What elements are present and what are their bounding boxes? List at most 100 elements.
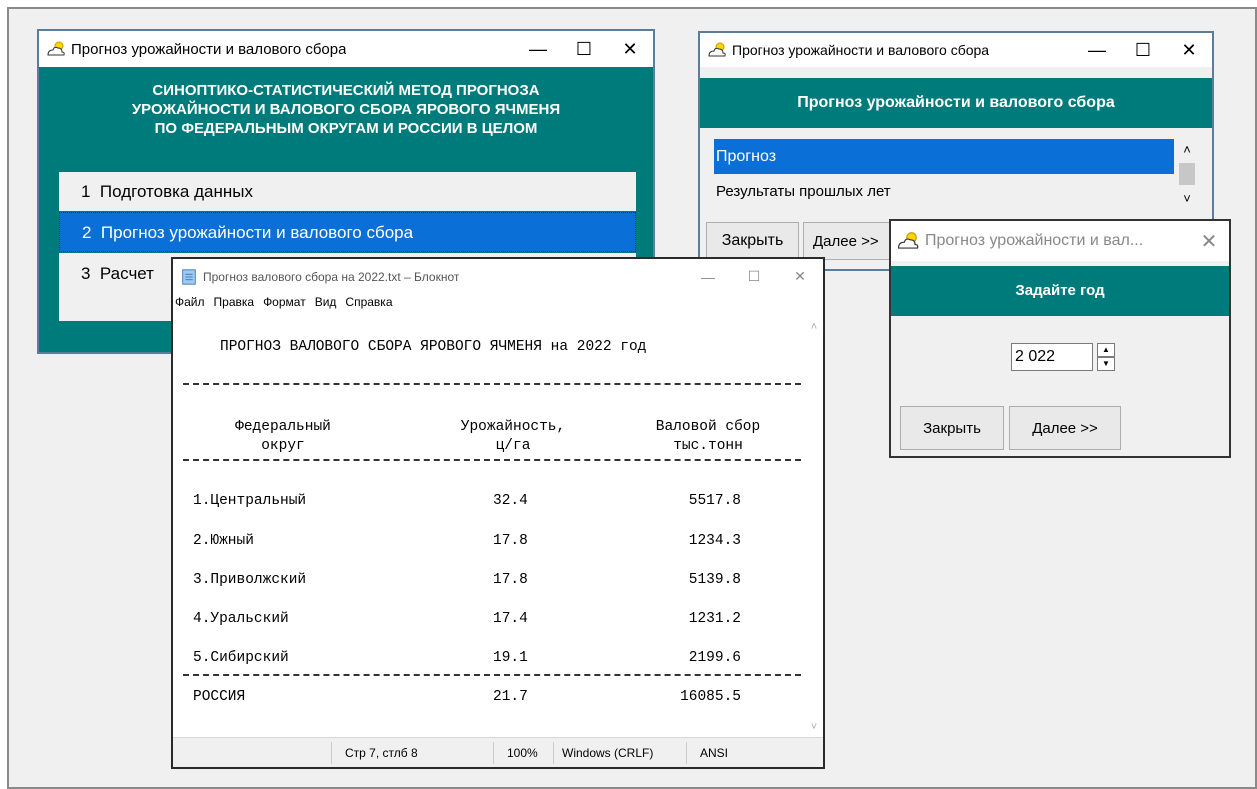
list-item[interactable]: Прогноз bbox=[714, 139, 1174, 174]
close-icon[interactable]: ✕ bbox=[1166, 33, 1212, 67]
col-header-line: округ bbox=[261, 438, 305, 454]
year-close-button[interactable]: Закрыть bbox=[900, 406, 1004, 450]
app-weather-icon bbox=[47, 41, 65, 56]
app-weather-icon bbox=[897, 232, 919, 249]
col-header-line: Урожайность, bbox=[460, 419, 566, 435]
main-window-titlebar: Прогноз урожайности и валового сбора — ☐… bbox=[39, 31, 653, 67]
menu-file[interactable]: Файл bbox=[175, 295, 205, 315]
col-header-harvest: Валовой сбор тыс.тонн bbox=[638, 418, 778, 456]
row-harvest: 1231.2 bbox=[688, 611, 741, 627]
notepad-scrollbar[interactable]: ˄ ˅ bbox=[805, 317, 823, 737]
col-header-line: Федеральный bbox=[235, 419, 331, 435]
maximize-icon[interactable]: ☐ bbox=[731, 259, 777, 294]
separator-line bbox=[183, 674, 801, 676]
status-zoom: 100% bbox=[507, 746, 538, 760]
forecast-list[interactable]: Прогноз Результаты прошлых лет ˄ ˅ bbox=[714, 139, 1201, 213]
notepad-title: Прогноз валового сбора на 2022.txt – Бло… bbox=[203, 269, 460, 284]
forecast-window-title: Прогноз урожайности и валового сбора bbox=[732, 42, 990, 58]
status-encoding: ANSI bbox=[700, 746, 729, 760]
menu-format[interactable]: Формат bbox=[263, 295, 306, 315]
chevron-up-icon[interactable]: ˄ bbox=[805, 321, 823, 333]
chevron-up-icon[interactable]: ˄ bbox=[1176, 142, 1198, 157]
notepad-text-area[interactable]: ПРОГНОЗ ВАЛОВОГО СБОРА ЯРОВОГО ЯЧМЕНЯ на… bbox=[173, 317, 805, 737]
notepad-menubar: Файл Правка Формат Вид Справка bbox=[175, 295, 393, 315]
row-harvest: 1234.3 bbox=[688, 533, 741, 549]
main-header: СИНОПТИКО-СТАТИСТИЧЕСКИЙ МЕТОД ПРОГНОЗА … bbox=[39, 81, 653, 138]
row-yield: 19.1 bbox=[493, 650, 528, 666]
status-line-endings: Windows (CRLF) bbox=[562, 746, 654, 760]
col-header-line: Валовой сбор bbox=[655, 419, 761, 435]
chevron-down-icon[interactable]: ˅ bbox=[805, 721, 823, 733]
forecast-header: Прогноз урожайности и валового сбора bbox=[700, 78, 1212, 128]
year-dialog: Прогноз урожайности и вал... ✕ Задайте г… bbox=[889, 219, 1231, 458]
row-harvest: 5517.8 bbox=[688, 493, 741, 509]
forecast-close-button[interactable]: Закрыть bbox=[706, 222, 799, 260]
main-menu-item-2[interactable]: 2 Прогноз урожайности и валового сбора bbox=[59, 212, 636, 252]
col-header-yield: Урожайность, ц/га bbox=[443, 418, 583, 456]
spinner-down-button[interactable]: ▼ bbox=[1097, 357, 1115, 371]
menu-edit[interactable]: Правка bbox=[214, 295, 255, 315]
main-header-line: УРОЖАЙНОСТИ И ВАЛОВОГО СБОРА ЯРОВОГО ЯЧМ… bbox=[131, 101, 561, 118]
row-name: 2.Южный bbox=[193, 533, 254, 549]
row-name: 5.Сибирский bbox=[193, 650, 289, 666]
minimize-icon[interactable]: — bbox=[515, 31, 561, 67]
col-header-line: ц/га bbox=[495, 438, 531, 454]
separator-line bbox=[183, 459, 801, 461]
main-menu-label: 1 Подготовка данных bbox=[81, 182, 253, 201]
main-menu-label: 3 Расчет bbox=[81, 264, 154, 283]
maximize-icon[interactable]: ☐ bbox=[1120, 33, 1166, 67]
forecast-window-titlebar: Прогноз урожайности и валового сбора — ☐… bbox=[700, 33, 1212, 67]
notepad-statusbar: Стр 7, стлб 8 100% Windows (CRLF) ANSI bbox=[173, 737, 823, 767]
main-window-title: Прогноз урожайности и валового сбора bbox=[71, 40, 347, 58]
status-divider bbox=[686, 742, 687, 764]
separator-line bbox=[183, 383, 801, 385]
list-scrollbar[interactable]: ˄ ˅ bbox=[1176, 139, 1198, 213]
year-input[interactable]: 2 022 bbox=[1011, 343, 1093, 371]
row-yield: 17.4 bbox=[493, 611, 528, 627]
close-icon[interactable]: ✕ bbox=[607, 31, 653, 67]
report-title: ПРОГНОЗ ВАЛОВОГО СБОРА ЯРОВОГО ЯЧМЕНЯ на… bbox=[220, 339, 647, 355]
notepad-titlebar: Прогноз валового сбора на 2022.txt – Бло… bbox=[173, 259, 823, 294]
year-next-button[interactable]: Далее >> bbox=[1009, 406, 1121, 450]
list-item[interactable]: Результаты прошлых лет bbox=[714, 174, 1174, 209]
status-position: Стр 7, стлб 8 bbox=[345, 746, 418, 760]
row-name: 1.Центральный bbox=[193, 493, 307, 509]
row-harvest: 2199.6 bbox=[688, 650, 741, 666]
status-divider bbox=[553, 742, 554, 764]
scroll-thumb[interactable] bbox=[1179, 163, 1195, 185]
chevron-down-icon[interactable]: ˅ bbox=[1176, 191, 1198, 206]
col-header-line: тыс.тонн bbox=[673, 438, 743, 454]
app-weather-icon bbox=[708, 42, 726, 57]
total-name: РОССИЯ bbox=[193, 689, 246, 705]
row-harvest: 5139.8 bbox=[688, 572, 741, 588]
total-harvest: 16085.5 bbox=[680, 689, 741, 705]
main-header-line: ПО ФЕДЕРАЛЬНЫМ ОКРУГАМ И РОССИИ В ЦЕЛОМ bbox=[154, 120, 538, 137]
close-icon[interactable]: ✕ bbox=[777, 259, 823, 294]
col-header-district: Федеральный округ bbox=[223, 418, 343, 456]
forecast-next-button[interactable]: Далее >> bbox=[803, 222, 903, 260]
row-name: 4.Уральский bbox=[193, 611, 289, 627]
year-dialog-header: Задайте год bbox=[891, 266, 1229, 316]
row-name: 3.Приволжский bbox=[193, 572, 307, 588]
spinner-up-button[interactable]: ▲ bbox=[1097, 343, 1115, 357]
status-divider bbox=[331, 742, 332, 764]
year-dialog-titlebar: Прогноз урожайности и вал... ✕ bbox=[891, 221, 1229, 261]
main-menu-label: 2 Прогноз урожайности и валового сбора bbox=[82, 223, 414, 242]
row-yield: 17.8 bbox=[493, 533, 528, 549]
notepad-window: Прогноз валового сбора на 2022.txt – Бло… bbox=[171, 257, 825, 769]
close-icon[interactable]: ✕ bbox=[1189, 221, 1229, 261]
row-yield: 17.8 bbox=[493, 572, 528, 588]
minimize-icon[interactable]: — bbox=[685, 259, 731, 294]
minimize-icon[interactable]: — bbox=[1074, 33, 1120, 67]
menu-view[interactable]: Вид bbox=[315, 295, 337, 315]
menu-help[interactable]: Справка bbox=[345, 295, 392, 315]
total-yield: 21.7 bbox=[493, 689, 528, 705]
notepad-icon bbox=[182, 268, 196, 285]
main-menu-item-1[interactable]: 1 Подготовка данных bbox=[59, 172, 636, 211]
maximize-icon[interactable]: ☐ bbox=[561, 31, 607, 67]
year-spinner[interactable]: 2 022 ▲ ▼ bbox=[1011, 343, 1117, 371]
year-dialog-title: Прогноз урожайности и вал... bbox=[925, 232, 1144, 249]
row-yield: 32.4 bbox=[493, 493, 528, 509]
main-header-line: СИНОПТИКО-СТАТИСТИЧЕСКИЙ МЕТОД ПРОГНОЗА bbox=[152, 82, 540, 99]
status-divider bbox=[493, 742, 494, 764]
